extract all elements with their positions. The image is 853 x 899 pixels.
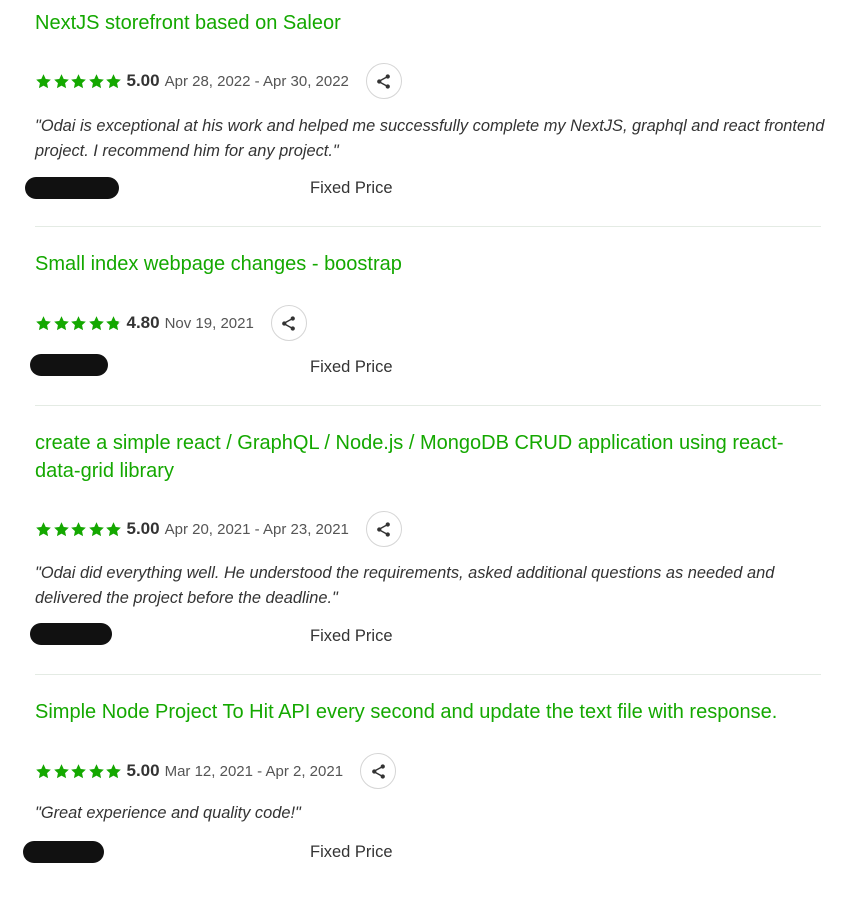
client-name-redacted: [23, 841, 104, 863]
review-meta: 5.00 Mar 12, 2021 - Apr 2, 2021: [35, 752, 397, 790]
share-button[interactable]: [365, 511, 402, 547]
star-icon: [88, 763, 104, 778]
review-meta: 4.80 Nov 19, 2021: [35, 304, 307, 342]
contract-type: Fixed Price: [310, 627, 393, 645]
divider: [35, 226, 821, 227]
client-name-redacted: [30, 354, 108, 376]
share-button[interactable]: [365, 63, 402, 99]
star-rating: [35, 763, 123, 780]
review-title[interactable]: Simple Node Project To Hit API every sec…: [35, 698, 821, 726]
star-icon: [53, 315, 69, 330]
review-feedback: "Great experience and quality code!": [35, 804, 301, 822]
review-card: create a simple react / GraphQL / Node.j…: [30, 429, 821, 659]
contract-type: Fixed Price: [310, 179, 393, 197]
star-icon: [88, 521, 104, 536]
rating-score: 5.00: [126, 71, 160, 90]
star-icon: [36, 763, 51, 778]
share-icon: [377, 521, 391, 537]
client-name-redacted: [25, 177, 119, 199]
star-icon: [106, 73, 121, 88]
review-title[interactable]: create a simple react / GraphQL / Node.j…: [35, 429, 821, 485]
review-title[interactable]: Small index webpage changes - boostrap: [35, 250, 821, 278]
rating-score: 5.00: [126, 519, 160, 538]
star-icon: [71, 73, 86, 88]
review-list: NextJS storefront based on Saleor 5.00 A…: [0, 0, 853, 899]
share-button[interactable]: [360, 753, 397, 789]
review-dates: Nov 19, 2021: [164, 314, 254, 332]
star-rating: [35, 73, 123, 90]
share-button[interactable]: [270, 305, 307, 341]
review-dates: Apr 20, 2021 - Apr 23, 2021: [164, 520, 349, 538]
review-feedback: "Odai did everything well. He understood…: [35, 564, 775, 607]
rating-score: 4.80: [126, 313, 160, 332]
contract-type: Fixed Price: [310, 358, 393, 376]
share-icon: [282, 315, 296, 331]
review-dates: Mar 12, 2021 - Apr 2, 2021: [164, 762, 344, 780]
review-card: Small index webpage changes - boostrap 4…: [30, 250, 821, 390]
star-icon: [71, 315, 86, 330]
star-icon: [53, 521, 69, 536]
star-rating: [35, 521, 123, 538]
divider: [35, 674, 821, 675]
star-icon: [53, 73, 69, 88]
star-rating: [35, 315, 123, 332]
review-feedback: "Odai is exceptional at his work and hel…: [35, 117, 825, 160]
review-card: NextJS storefront based on Saleor 5.00 A…: [25, 9, 824, 209]
review-meta: 5.00 Apr 20, 2021 - Apr 23, 2021: [35, 510, 402, 548]
share-icon: [371, 763, 385, 779]
share-icon: [377, 73, 391, 89]
review-title[interactable]: NextJS storefront based on Saleor: [35, 9, 821, 37]
divider: [35, 405, 821, 406]
contract-type: Fixed Price: [310, 843, 393, 861]
star-icon: [106, 521, 121, 536]
star-icon: [106, 315, 121, 330]
star-icon: [36, 315, 51, 330]
star-icon: [88, 73, 104, 88]
review-dates: Apr 28, 2022 - Apr 30, 2022: [164, 72, 349, 90]
star-icon: [53, 763, 69, 778]
star-icon: [71, 763, 86, 778]
review-card: Simple Node Project To Hit API every sec…: [23, 698, 821, 888]
review-meta: 5.00 Apr 28, 2022 - Apr 30, 2022: [35, 62, 402, 100]
star-icon: [36, 521, 51, 536]
star-icon: [36, 73, 51, 88]
star-icon: [106, 763, 121, 778]
star-icon: [88, 315, 104, 330]
star-icon: [71, 521, 86, 536]
rating-score: 5.00: [126, 761, 160, 780]
client-name-redacted: [30, 623, 112, 645]
